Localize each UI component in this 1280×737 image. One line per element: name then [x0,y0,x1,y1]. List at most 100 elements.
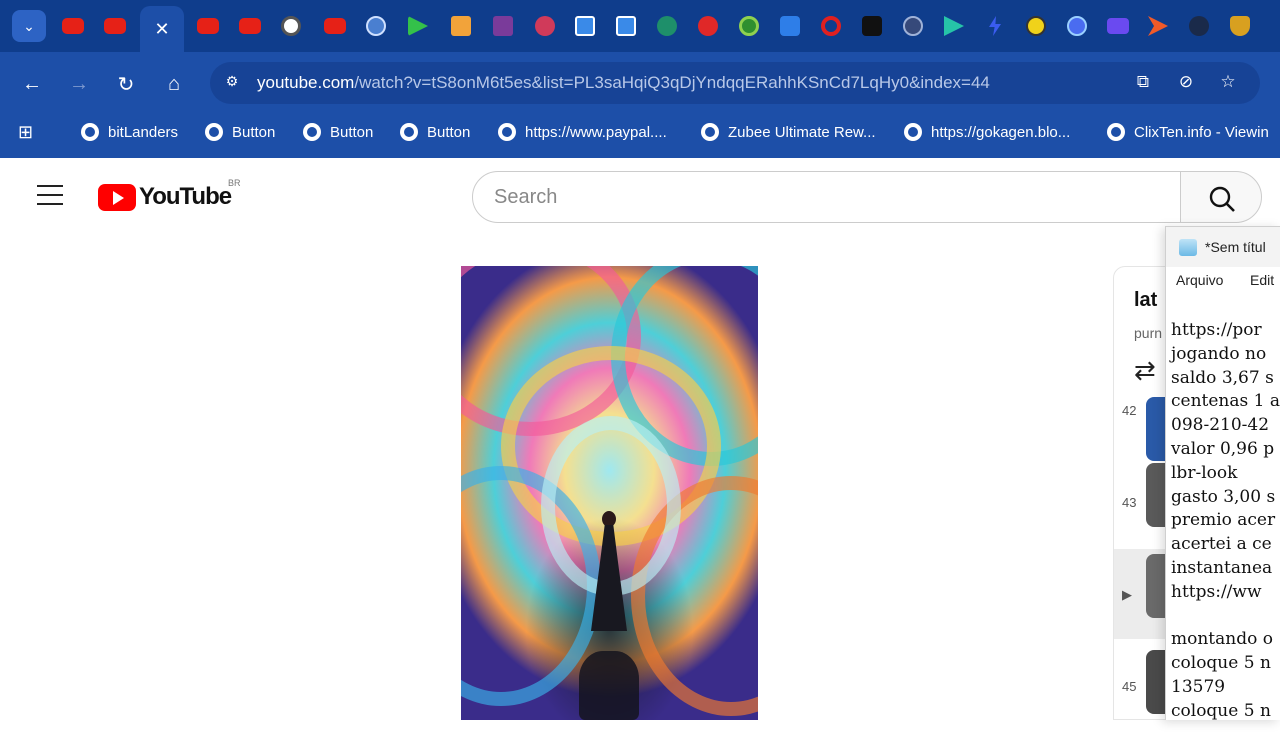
menu-icon[interactable] [37,185,63,205]
home-button[interactable]: ⌂ [160,70,188,98]
search-input[interactable]: Search [472,171,1182,223]
bookmark-item[interactable]: https://www.paypal.... [498,122,667,142]
bookmark-item[interactable]: ClixTen.info - Viewin [1107,122,1269,142]
install-app-icon[interactable]: ⧉ [1132,72,1154,94]
notepad-line: premio acer [1171,510,1276,531]
menu-edit[interactable]: Edit [1250,272,1274,288]
gold-shield-tab-icon[interactable] [1230,16,1250,36]
youtube-play-icon [98,183,136,211]
yellow-check-tab-icon[interactable] [1026,16,1046,36]
search-button[interactable] [1180,171,1262,223]
notepad-line: coloque 5 n [1171,653,1271,674]
browser-frame: ⌄ ✕ ← → ↻ ⌂ ⚙ youtube.com/watch?v=tS8onM… [0,0,1280,158]
playlist-index: 42 [1122,403,1137,418]
loop-icon[interactable]: ⇄ [1134,355,1156,386]
c-blue-tab-icon[interactable] [1067,16,1087,36]
country-code: BR [228,178,241,188]
notepad-line: https://ww [1171,581,1262,602]
youtube-logo[interactable]: YouTube [98,183,232,211]
red-heart-tab-icon[interactable] [698,16,718,36]
notepad-title: *Sem títul [1205,239,1266,255]
teal-play-tab-icon[interactable] [944,16,964,36]
orange-arrow-tab-icon[interactable] [1148,16,1168,36]
youtube-tab-icon[interactable] [197,18,219,34]
reload-button[interactable]: ↻ [112,70,140,98]
globe-icon [904,123,922,141]
youtube-header: YouTube BR Search [0,158,1280,234]
url-path: /watch?v=tS8onM6t5es&list=PL3saHqiQ3qDjY… [354,73,990,92]
bookmark-label: https://www.paypal.... [525,123,667,141]
bookmark-label: Zubee Ultimate Rew... [728,123,876,141]
bookmark-item[interactable]: Button [400,122,470,142]
play-tab-icon[interactable] [408,16,428,36]
bookmark-label: Button [427,123,471,141]
globe-tab-icon[interactable] [366,16,386,36]
bookmark-item[interactable]: https://gokagen.blo... [904,122,1070,142]
green-circle-tab-icon[interactable] [739,16,759,36]
blue-square-tab-icon[interactable] [575,16,595,36]
site-info-icon[interactable]: ⚙ [222,73,242,93]
dark-circle-tab-icon[interactable] [1189,16,1209,36]
menu-file[interactable]: Arquivo [1176,272,1223,288]
notepad-line: instantanea [1171,557,1273,578]
bookmark-label: Button [330,123,374,141]
search-placeholder: Search [494,186,558,208]
notepad-text-area[interactable]: https://por jogando no saldo 3,67 s centen… [1171,319,1280,720]
bookmark-item[interactable]: Zubee Ultimate Rew... [701,122,876,142]
red-circle-tab-icon[interactable] [535,16,555,36]
red-swirl-tab-icon[interactable] [821,16,841,36]
youtube-tab-icon[interactable] [324,18,346,34]
notepad-line: jogando no [1171,343,1272,364]
notepad-line: 13579 [1171,676,1226,697]
now-playing-icon: ▶ [1122,587,1132,602]
purple-video-tab-icon[interactable] [1107,18,1129,34]
youtube-tab-icon[interactable] [62,18,84,34]
c-tab-icon[interactable] [780,16,800,36]
forward-button[interactable]: → [65,70,93,98]
notepad-line: 098-210-42 [1171,415,1270,436]
notepad-window[interactable]: *Sem títul Arquivo Edit https://por jogan… [1165,226,1280,720]
bookmark-label: ClixTen.info - Viewin [1134,123,1269,141]
playlist-title[interactable]: lat [1134,289,1157,312]
notepad-line: centenas 1 a [1171,391,1280,412]
bookmark-item[interactable]: Button [205,122,275,142]
close-icon[interactable]: ✕ [154,19,169,40]
wordpress-icon[interactable] [281,16,301,36]
blue-bolt-tab-icon[interactable] [989,16,1001,36]
bookmarks-bar: ⊞ bitLanders Button Button Button https:… [0,114,1280,150]
playlist-owner[interactable]: purn [1134,325,1162,341]
back-button[interactable]: ← [18,70,46,98]
playlist-index: 45 [1122,679,1137,694]
tiktok-tab-icon[interactable] [862,16,882,36]
green-t-tab-icon[interactable] [657,16,677,36]
apps-grid-icon[interactable]: ⊞ [18,122,38,142]
bookmark-star-icon[interactable]: ☆ [1217,72,1239,94]
globe-icon [498,123,516,141]
bookmark-label: https://gokagen.blo... [931,123,1071,141]
browser-toolbar: ← → ↻ ⌂ ⚙ youtube.com/watch?v=tS8onM6t5e… [0,52,1280,114]
notepad-line: valor 0,96 p [1171,438,1275,459]
notepad-line: saldo 3,67 s [1171,367,1274,388]
notepad-titlebar[interactable]: *Sem títul [1166,227,1280,267]
youtube-tab-icon[interactable] [239,18,261,34]
search-icon [1209,186,1235,212]
youtube-tab-icon[interactable] [104,18,126,34]
tab-search-button[interactable]: ⌄ [12,10,46,42]
notepad-line: gasto 3,00 s [1171,486,1276,507]
globe-icon [81,123,99,141]
blue-square-tab-icon[interactable] [616,16,636,36]
url-text[interactable]: youtube.com/watch?v=tS8onM6t5es&list=PL3… [257,73,990,93]
dark-globe-tab-icon[interactable] [903,16,923,36]
shield-tab-icon[interactable] [493,16,513,36]
active-tab[interactable]: ✕ [140,6,184,52]
globe-icon [205,123,223,141]
tracking-blocked-icon[interactable]: ⊘ [1175,72,1197,94]
bookmark-item[interactable]: bitLanders [81,122,178,142]
address-bar[interactable]: ⚙ youtube.com/watch?v=tS8onM6t5es&list=P… [210,62,1260,104]
globe-icon [303,123,321,141]
orange-tab-icon[interactable] [451,16,471,36]
notepad-line: montando o [1171,629,1273,650]
video-player[interactable] [461,266,758,720]
bookmark-item[interactable]: Button [303,122,373,142]
woman-silhouette [591,511,627,631]
